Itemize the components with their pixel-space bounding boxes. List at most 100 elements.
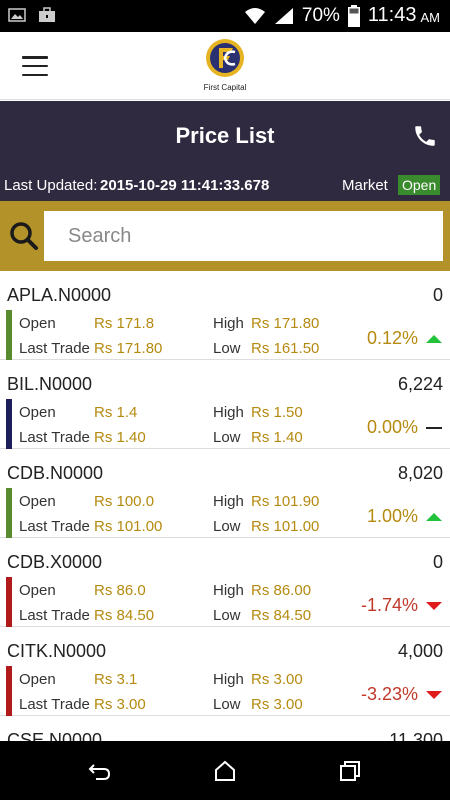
app-header: First Capital (0, 32, 450, 100)
phone-icon[interactable] (412, 123, 438, 149)
high-value: Rs 171.80 (251, 315, 320, 332)
stock-volume: 6,224 (397, 374, 443, 394)
stock-row[interactable]: CDB.N0000 8,020 Open Rs 100.0 High Rs 101.90 L… (0, 449, 450, 538)
stock-volume: 0 (432, 285, 443, 305)
status-bar-system: 70% 11:43 AM (244, 4, 440, 27)
high-label: High (213, 493, 244, 510)
first-capital-logo: First Capital (195, 38, 255, 92)
open-label: Open (19, 493, 56, 510)
low-value: Rs 161.50 (251, 340, 320, 357)
high-label: High (213, 315, 244, 332)
price-list[interactable]: APLA.N0000 0 Open Rs 171.8 High Rs 171.80 Last… (0, 271, 450, 741)
open-value: Rs 1.4 (94, 404, 138, 421)
title-bar: Price List (0, 101, 450, 169)
low-label: Low (213, 696, 241, 713)
last-trade-value: Rs 1.40 (94, 429, 146, 446)
low-value: Rs 101.00 (251, 518, 320, 535)
open-label: Open (19, 404, 56, 421)
open-value: Rs 86.0 (94, 582, 146, 599)
page-title: Price List (175, 123, 275, 148)
high-label: High (213, 671, 244, 688)
last-updated-label: Last Updated: (4, 177, 98, 194)
hamburger-menu-icon[interactable] (18, 52, 52, 80)
high-value: Rs 1.50 (251, 404, 303, 421)
status-bar-notifications (8, 6, 56, 24)
trend-bar (6, 310, 12, 360)
stock-volume: 8,020 (397, 463, 443, 483)
trend-bar (6, 399, 12, 449)
low-value: Rs 84.50 (251, 607, 312, 624)
open-value: Rs 3.1 (94, 671, 138, 688)
stock-symbol: CSE.N0000 (7, 730, 103, 741)
stock-volume: 4,000 (397, 641, 443, 661)
arrow-down-icon (426, 602, 442, 610)
navigation-bar (0, 741, 450, 800)
high-label: High (213, 582, 244, 599)
stock-symbol: APLA.N0000 (7, 285, 112, 305)
stock-symbol: BIL.N0000 (7, 374, 93, 394)
stock-symbol: CDB.N0000 (7, 463, 104, 483)
briefcase-icon (39, 7, 55, 22)
high-value: Rs 3.00 (251, 671, 303, 688)
high-label: High (213, 404, 244, 421)
change-percent: 0.00% (366, 417, 418, 437)
last-trade-value: Rs 171.80 (94, 340, 163, 357)
stock-symbol: CITK.N0000 (7, 641, 107, 661)
arrow-up-icon (426, 513, 442, 521)
change-percent: 0.12% (366, 328, 418, 348)
open-label: Open (19, 671, 56, 688)
trend-bar (6, 488, 12, 538)
open-value: Rs 100.0 (94, 493, 155, 510)
signal-icon (274, 7, 293, 24)
status-bar: 70% 11:43 AM (0, 0, 450, 32)
arrow-down-icon (426, 691, 442, 699)
last-trade-label: Last Trade (19, 340, 90, 357)
arrow-up-icon (426, 335, 442, 343)
stock-row[interactable]: BIL.N0000 6,224 Open Rs 1.4 High Rs 1.50 Last … (0, 360, 450, 449)
last-trade-value: Rs 101.00 (94, 518, 163, 535)
logo-caption: First Capital (203, 83, 247, 92)
stock-row[interactable]: APLA.N0000 0 Open Rs 171.8 High Rs 171.80 Last… (0, 271, 450, 360)
low-label: Low (213, 518, 241, 535)
change-percent: -3.23% (360, 684, 418, 704)
back-icon[interactable] (88, 759, 112, 783)
last-trade-value: Rs 3.00 (94, 696, 146, 713)
last-trade-label: Last Trade (19, 696, 90, 713)
low-value: Rs 1.40 (251, 429, 303, 446)
stock-row[interactable]: CITK.N0000 4,000 Open Rs 3.1 High Rs 3.00 Last… (0, 627, 450, 716)
low-label: Low (213, 340, 241, 357)
recent-apps-icon[interactable] (338, 759, 362, 783)
last-trade-label: Last Trade (19, 518, 90, 535)
change-percent: -1.74% (360, 595, 418, 615)
clock-time: 11:43 (367, 4, 417, 26)
open-label: Open (19, 315, 56, 332)
open-value: Rs 171.8 (94, 315, 155, 332)
market-status-badge: Open (398, 175, 441, 195)
last-trade-label: Last Trade (19, 429, 90, 446)
high-value: Rs 86.00 (251, 582, 312, 599)
low-label: Low (213, 607, 241, 624)
last-updated-bar: Last Updated: 2015-10-29 11:41:33.678 Ma… (0, 169, 450, 201)
trend-bar (6, 577, 12, 627)
no-change-icon (426, 427, 442, 429)
last-updated-value: 2015-10-29 11:41:33.678 (100, 177, 270, 194)
clock-ampm: AM (420, 10, 441, 25)
battery-icon (347, 4, 360, 27)
image-icon (8, 8, 26, 22)
search-input[interactable] (44, 211, 443, 261)
open-label: Open (19, 582, 56, 599)
stock-volume: 11,300 (389, 730, 443, 741)
search-icon[interactable] (8, 220, 40, 252)
last-trade-label: Last Trade (19, 607, 90, 624)
trend-bar (6, 666, 12, 716)
logo-emblem-icon (206, 39, 244, 77)
search-bar (0, 201, 450, 271)
stock-volume: 0 (432, 552, 443, 572)
high-value: Rs 101.90 (251, 493, 320, 510)
home-icon[interactable] (213, 759, 237, 783)
market-label: Market (342, 177, 388, 194)
stock-symbol: CDB.X0000 (7, 552, 103, 572)
stock-row[interactable]: CDB.X0000 0 Open Rs 86.0 High Rs 86.00 Last Tr… (0, 538, 450, 627)
stock-row[interactable]: CSE.N0000 11,300 (0, 716, 450, 741)
low-label: Low (213, 429, 241, 446)
